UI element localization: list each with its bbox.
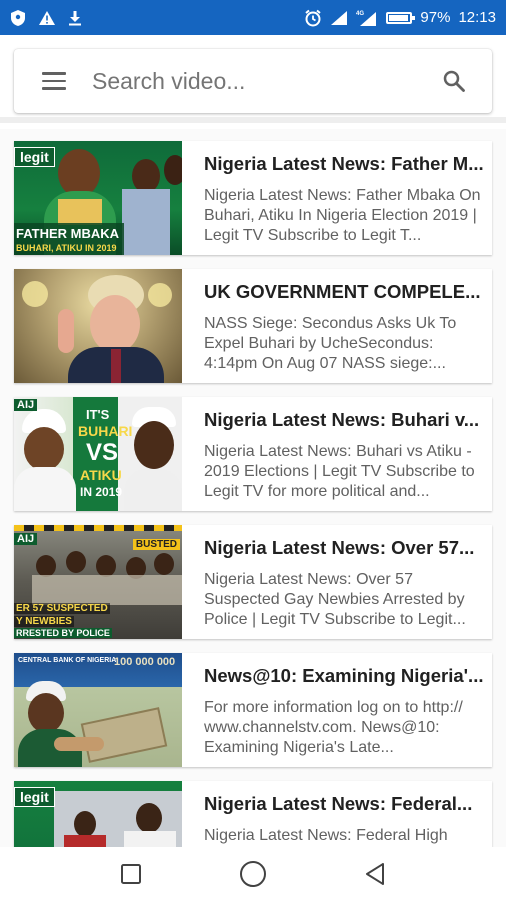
video-thumbnail	[14, 269, 182, 383]
video-title: Nigeria Latest News: Father M...	[204, 153, 484, 174]
video-title: Nigeria Latest News: Over 57...	[204, 537, 475, 558]
thumb-text: BUHARI	[78, 423, 133, 439]
status-left-icons	[10, 9, 82, 27]
video-card[interactable]: CENTRAL BANK OF NIGERIA 100 000 000 News…	[14, 653, 492, 767]
video-meta: Nigeria Latest News: Over 57... Nigeria …	[182, 525, 492, 639]
video-description: Nigeria Latest News: Over 57 Suspected G…	[204, 571, 466, 628]
video-card[interactable]: legit FATHER MBAKA BUHARI, ATIKU IN 2019…	[14, 141, 492, 255]
navigation-bar	[0, 847, 506, 900]
status-right-icons: 4G 97% 12:13	[304, 9, 496, 27]
thumb-text: AIJ	[14, 533, 38, 545]
back-button[interactable]	[350, 854, 400, 894]
video-title: UK GOVERNMENT COMPELE...	[204, 281, 481, 302]
thumb-text: FATHER MBAKA	[16, 226, 120, 241]
home-icon	[240, 860, 266, 887]
signal-icon	[331, 10, 348, 25]
thumb-text: BUSTED	[132, 539, 180, 550]
video-thumbnail: legit	[14, 781, 182, 847]
svg-text:4G: 4G	[356, 11, 364, 17]
thumb-text: Y NEWBIES	[14, 616, 74, 627]
recent-apps-button[interactable]	[106, 854, 156, 894]
video-meta: Nigeria Latest News: Buhari v... Nigeria…	[182, 397, 492, 511]
download-icon	[69, 10, 81, 25]
thumb-text: IT'S	[86, 407, 110, 422]
video-card[interactable]: AIJ BUSTED ER 57 SUSPECTED Y NEWBIES RRE…	[14, 525, 492, 639]
search-icon[interactable]	[442, 69, 466, 93]
video-card[interactable]: UK GOVERNMENT COMPELE... NASS Siege: Sec…	[14, 269, 492, 383]
video-card[interactable]: legit Nigeria Latest News: Federal... Ni…	[14, 781, 492, 847]
thumb-text: legit	[14, 147, 55, 167]
back-icon	[366, 862, 384, 885]
warning-icon	[39, 10, 55, 25]
video-thumbnail: AIJ BUSTED ER 57 SUSPECTED Y NEWBIES RRE…	[14, 525, 182, 639]
video-card[interactable]: AIJ IT'S BUHARI VS ATIKU IN 2019 Nigeria…	[14, 397, 492, 511]
menu-icon[interactable]	[42, 72, 66, 90]
thumb-text: BUHARI, ATIKU IN 2019	[16, 243, 117, 253]
video-description: Nigeria Latest News: Father Mbaka On Buh…	[204, 187, 481, 244]
thumb-text: VS	[86, 439, 119, 466]
battery-icon	[386, 11, 416, 24]
video-list: legit FATHER MBAKA BUHARI, ATIKU IN 2019…	[0, 129, 506, 847]
home-button[interactable]	[228, 854, 278, 894]
video-title: Nigeria Latest News: Federal...	[204, 793, 473, 814]
status-bar: 4G 97% 12:13	[0, 0, 506, 35]
video-description: NASS Siege: Secondus Asks Uk To Expel Bu…	[204, 315, 457, 372]
video-description: Nigeria Latest News: Federal High	[204, 827, 448, 844]
video-meta: News@10: Examining Nigeria'... For more …	[182, 653, 492, 767]
battery-percentage: 97%	[420, 9, 451, 26]
search-area	[0, 35, 506, 123]
video-meta: Nigeria Latest News: Father M... Nigeria…	[182, 141, 492, 255]
thumb-text: ATIKU	[80, 467, 122, 483]
signal-4g-icon: 4G	[356, 11, 377, 26]
video-description: Nigeria Latest News: Buhari vs Atiku - 2…	[204, 443, 475, 500]
thumb-text: 100 000 000	[114, 656, 176, 668]
thumb-text: ER 57 SUSPECTED	[14, 603, 110, 614]
video-meta: UK GOVERNMENT COMPELE... NASS Siege: Sec…	[182, 269, 492, 383]
search-bar	[14, 49, 492, 113]
video-thumbnail: AIJ IT'S BUHARI VS ATIKU IN 2019	[14, 397, 182, 511]
video-meta: Nigeria Latest News: Federal... Nigeria …	[182, 781, 492, 847]
thumb-text: legit	[14, 787, 55, 807]
clock: 12:13	[458, 9, 496, 26]
shield-icon	[11, 9, 25, 26]
video-title: News@10: Examining Nigeria'...	[204, 665, 484, 686]
thumb-text: AIJ	[14, 399, 38, 411]
search-input[interactable]	[92, 67, 412, 95]
thumb-text: IN 2019	[80, 485, 123, 499]
thumb-text: RRESTED BY POLICE	[14, 628, 112, 638]
video-thumbnail: CENTRAL BANK OF NIGERIA 100 000 000	[14, 653, 182, 767]
video-title: Nigeria Latest News: Buhari v...	[204, 409, 480, 430]
alarm-icon	[305, 9, 322, 26]
thumb-text: CENTRAL BANK OF NIGERIA	[18, 657, 117, 664]
video-description: For more information log on to http:// w…	[204, 699, 463, 756]
recent-apps-icon	[121, 863, 141, 884]
video-thumbnail: legit FATHER MBAKA BUHARI, ATIKU IN 2019	[14, 141, 182, 255]
